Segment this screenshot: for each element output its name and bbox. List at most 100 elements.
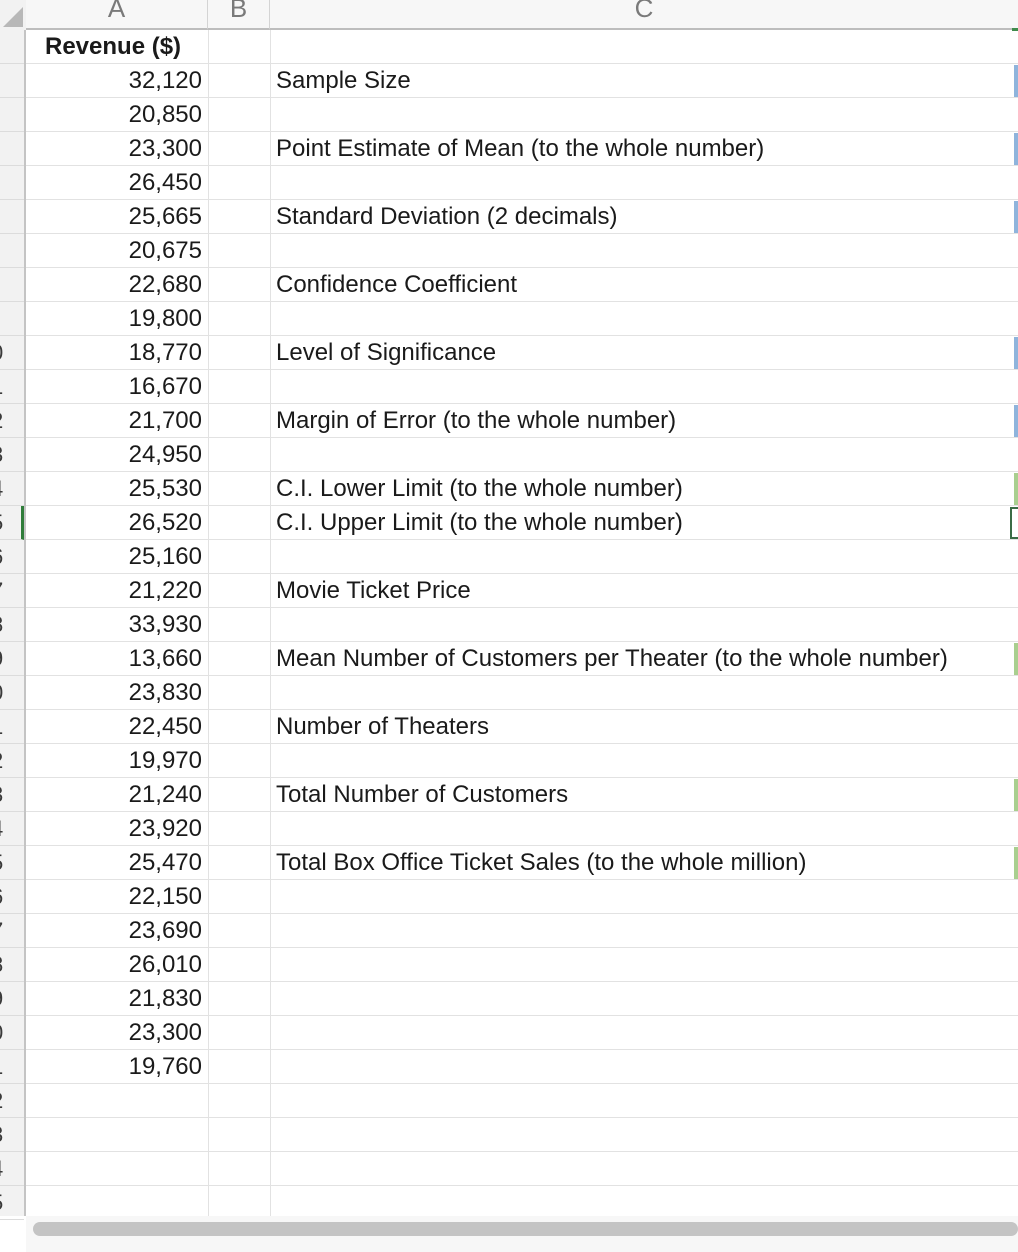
- row-header[interactable]: 5: [0, 846, 24, 880]
- cell-border-marker: [1014, 473, 1018, 505]
- select-all-corner[interactable]: [0, 0, 26, 30]
- revenue-cell[interactable]: 21,240: [26, 778, 208, 812]
- revenue-cell[interactable]: 33,930: [26, 608, 208, 642]
- horizontal-scrollbar-thumb[interactable]: [33, 1222, 1018, 1236]
- revenue-cell[interactable]: 24,950: [26, 438, 208, 472]
- label-cell[interactable]: Confidence Coefficient: [276, 268, 1018, 302]
- row-header[interactable]: 9: [0, 982, 24, 1016]
- row-number: 0: [0, 680, 3, 706]
- revenue-cell[interactable]: 23,690: [26, 914, 208, 948]
- row-number: 3: [0, 782, 3, 808]
- revenue-cell[interactable]: 23,300: [26, 1016, 208, 1050]
- revenue-cell[interactable]: 16,670: [26, 370, 208, 404]
- label-cell[interactable]: Level of Significance: [276, 336, 1018, 370]
- row-header[interactable]: 5: [0, 506, 24, 540]
- revenue-cell[interactable]: 18,770: [26, 336, 208, 370]
- row-number: 0: [0, 1020, 3, 1046]
- row-header-strip: 0 1 2 3 4 5 6 7 8 9 0 1 2 3 4 5 6 7 8 9 0 1 2 3 4 5: [0, 30, 26, 1220]
- row-number: 6: [0, 544, 3, 570]
- column-header-c[interactable]: C: [270, 0, 1018, 30]
- row-header[interactable]: [0, 302, 24, 336]
- label-cell[interactable]: Point Estimate of Mean (to the whole num…: [276, 132, 1018, 166]
- label-cell[interactable]: Mean Number of Customers per Theater (to…: [276, 642, 1018, 676]
- label-cell[interactable]: Sample Size: [276, 64, 1018, 98]
- grid-row: [26, 1118, 1018, 1152]
- revenue-cell[interactable]: 19,800: [26, 302, 208, 336]
- row-header[interactable]: 4: [0, 812, 24, 846]
- row-header[interactable]: 7: [0, 574, 24, 608]
- revenue-cell[interactable]: 23,300: [26, 132, 208, 166]
- revenue-cell[interactable]: 22,680: [26, 268, 208, 302]
- row-header[interactable]: 4: [0, 1152, 24, 1186]
- revenue-cell[interactable]: 25,665: [26, 200, 208, 234]
- row-header[interactable]: [0, 200, 24, 234]
- row-header[interactable]: [0, 98, 24, 132]
- label-cell[interactable]: C.I. Upper Limit (to the whole number): [276, 506, 1018, 540]
- revenue-cell[interactable]: 23,920: [26, 812, 208, 846]
- label-cell[interactable]: Number of Theaters: [276, 710, 1018, 744]
- label-cell[interactable]: Total Box Office Ticket Sales (to the wh…: [276, 846, 1018, 880]
- row-number: 5: [0, 510, 3, 536]
- revenue-cell[interactable]: 19,970: [26, 744, 208, 778]
- row-header[interactable]: [0, 64, 24, 98]
- row-header[interactable]: 2: [0, 744, 24, 778]
- row-header[interactable]: 5: [0, 1186, 24, 1220]
- row-header[interactable]: 9: [0, 642, 24, 676]
- row-header[interactable]: [0, 268, 24, 302]
- column-a-header-cell[interactable]: Revenue ($): [26, 30, 208, 64]
- row-number: 3: [0, 442, 3, 468]
- row-header[interactable]: 1: [0, 370, 24, 404]
- row-header[interactable]: 3: [0, 438, 24, 472]
- row-header[interactable]: 0: [0, 336, 24, 370]
- row-header[interactable]: [0, 30, 24, 64]
- row-header[interactable]: 6: [0, 540, 24, 574]
- row-header[interactable]: [0, 166, 24, 200]
- row-number: 1: [0, 714, 3, 740]
- revenue-cell[interactable]: 20,850: [26, 98, 208, 132]
- revenue-cell[interactable]: 32,120: [26, 64, 208, 98]
- revenue-cell[interactable]: 26,010: [26, 948, 208, 982]
- revenue-cell[interactable]: 25,470: [26, 846, 208, 880]
- row-header[interactable]: 2: [0, 1084, 24, 1118]
- selected-cell-outline[interactable]: [1010, 507, 1018, 539]
- label-cell[interactable]: Margin of Error (to the whole number): [276, 404, 1018, 438]
- row-header[interactable]: 0: [0, 1016, 24, 1050]
- row-header[interactable]: 1: [0, 710, 24, 744]
- revenue-cell[interactable]: 23,830: [26, 676, 208, 710]
- row-header[interactable]: [0, 132, 24, 166]
- row-number: 6: [0, 884, 3, 910]
- revenue-cell[interactable]: 20,675: [26, 234, 208, 268]
- revenue-cell[interactable]: 13,660: [26, 642, 208, 676]
- row-header[interactable]: 8: [0, 948, 24, 982]
- label-cell[interactable]: C.I. Lower Limit (to the whole number): [276, 472, 1018, 506]
- row-number: 1: [0, 374, 3, 400]
- revenue-cell[interactable]: 25,530: [26, 472, 208, 506]
- column-header-a[interactable]: A: [26, 0, 208, 30]
- row-header[interactable]: [0, 234, 24, 268]
- revenue-cell[interactable]: 21,700: [26, 404, 208, 438]
- label-cell[interactable]: Standard Deviation (2 decimals): [276, 200, 1018, 234]
- row-header[interactable]: 6: [0, 880, 24, 914]
- cell-border-marker: [1014, 847, 1018, 879]
- label-cell[interactable]: Movie Ticket Price: [276, 574, 1018, 608]
- revenue-cell[interactable]: 21,830: [26, 982, 208, 1016]
- row-header[interactable]: 0: [0, 676, 24, 710]
- row-header[interactable]: 8: [0, 608, 24, 642]
- row-header[interactable]: 2: [0, 404, 24, 438]
- column-header-b[interactable]: B: [208, 0, 270, 30]
- revenue-cell[interactable]: 19,760: [26, 1050, 208, 1084]
- revenue-cell[interactable]: 22,450: [26, 710, 208, 744]
- label-cell[interactable]: Total Number of Customers: [276, 778, 1018, 812]
- row-number: 2: [0, 748, 3, 774]
- row-header[interactable]: 3: [0, 778, 24, 812]
- row-header[interactable]: 4: [0, 472, 24, 506]
- revenue-cell[interactable]: 25,160: [26, 540, 208, 574]
- revenue-cell[interactable]: 26,450: [26, 166, 208, 200]
- row-header[interactable]: 7: [0, 914, 24, 948]
- revenue-cell[interactable]: 26,520: [26, 506, 208, 540]
- revenue-cell[interactable]: 21,220: [26, 574, 208, 608]
- row-number: 5: [0, 1190, 3, 1216]
- row-header[interactable]: 1: [0, 1050, 24, 1084]
- row-header[interactable]: 3: [0, 1118, 24, 1152]
- revenue-cell[interactable]: 22,150: [26, 880, 208, 914]
